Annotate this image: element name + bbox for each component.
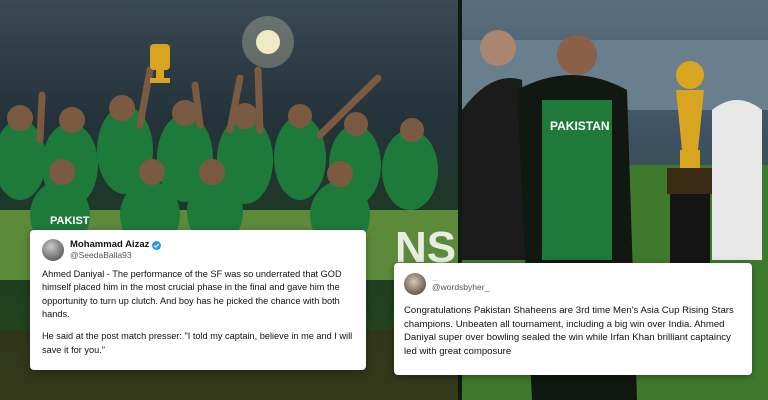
tweet-text: Ahmed Daniyal - The performance of the S… (42, 269, 342, 320)
tweet-card[interactable]: ... @wordsbyher_ Congratulations Pakista… (394, 263, 752, 375)
verified-badge-icon (152, 240, 162, 250)
tweet-header: Mohammad Aizaz @SeedaBalla93 (42, 239, 354, 261)
right-jersey-text: PAKISTAN (550, 119, 610, 133)
avatar[interactable] (404, 273, 426, 295)
display-name[interactable]: Mohammad Aizaz (70, 239, 149, 251)
tweet-text: Congratulations Pakistan Shaheens are 3r… (404, 305, 734, 357)
tweet-card[interactable]: Mohammad Aizaz @SeedaBalla93 Ahmed Daniy… (30, 230, 366, 370)
tweet-text: He said at the post match presser: "I to… (42, 331, 353, 355)
handle[interactable]: @SeedaBalla93 (70, 250, 161, 261)
handle[interactable]: @wordsbyher_ (432, 282, 489, 293)
jersey-text: PAKIST (50, 215, 90, 227)
avatar[interactable] (42, 239, 64, 261)
tweet-header: ... @wordsbyher_ (404, 273, 742, 295)
